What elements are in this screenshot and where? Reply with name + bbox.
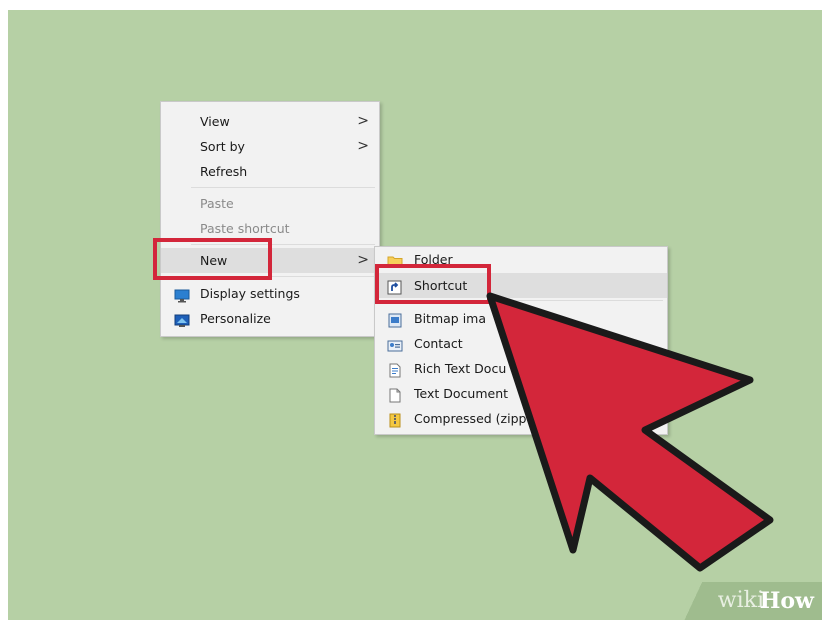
pointer-arrow-icon [486, 292, 774, 572]
watermark-wiki: wiki [717, 588, 764, 613]
wikihow-watermark: wiki How [672, 582, 822, 620]
watermark-how: How [759, 588, 814, 614]
